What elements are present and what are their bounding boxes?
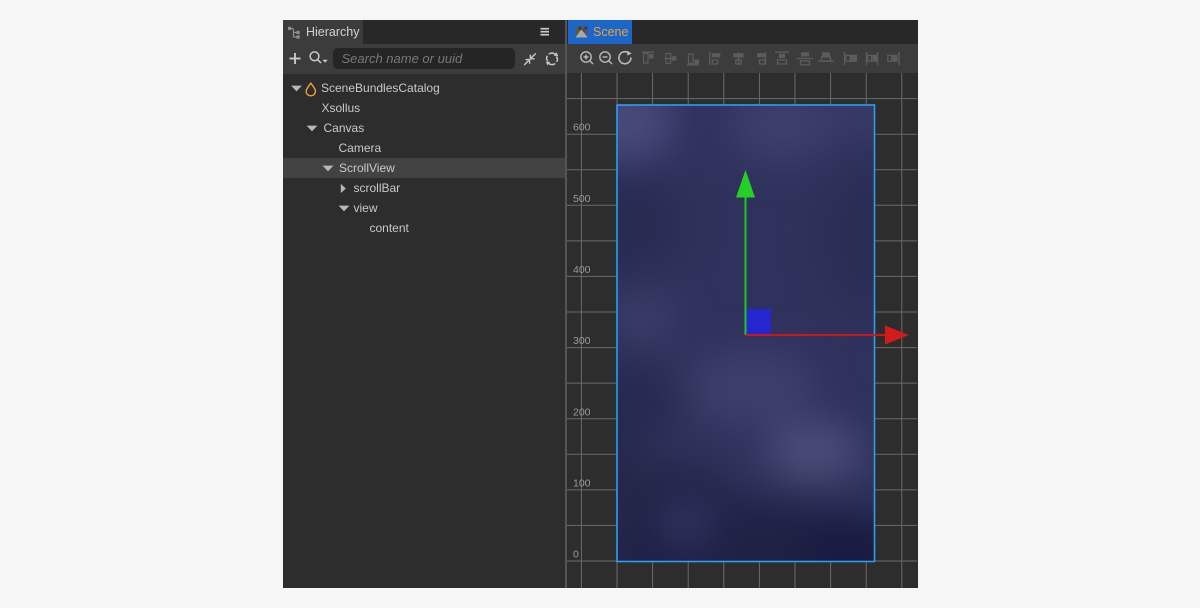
svg-text:300: 300: [573, 335, 591, 347]
svg-text:600: 600: [573, 122, 591, 134]
svg-text:0: 0: [573, 549, 579, 561]
svg-text:400: 400: [573, 264, 591, 276]
svg-text:500: 500: [573, 193, 591, 205]
svg-text:200: 200: [573, 406, 591, 418]
svg-text:100: 100: [573, 477, 591, 489]
